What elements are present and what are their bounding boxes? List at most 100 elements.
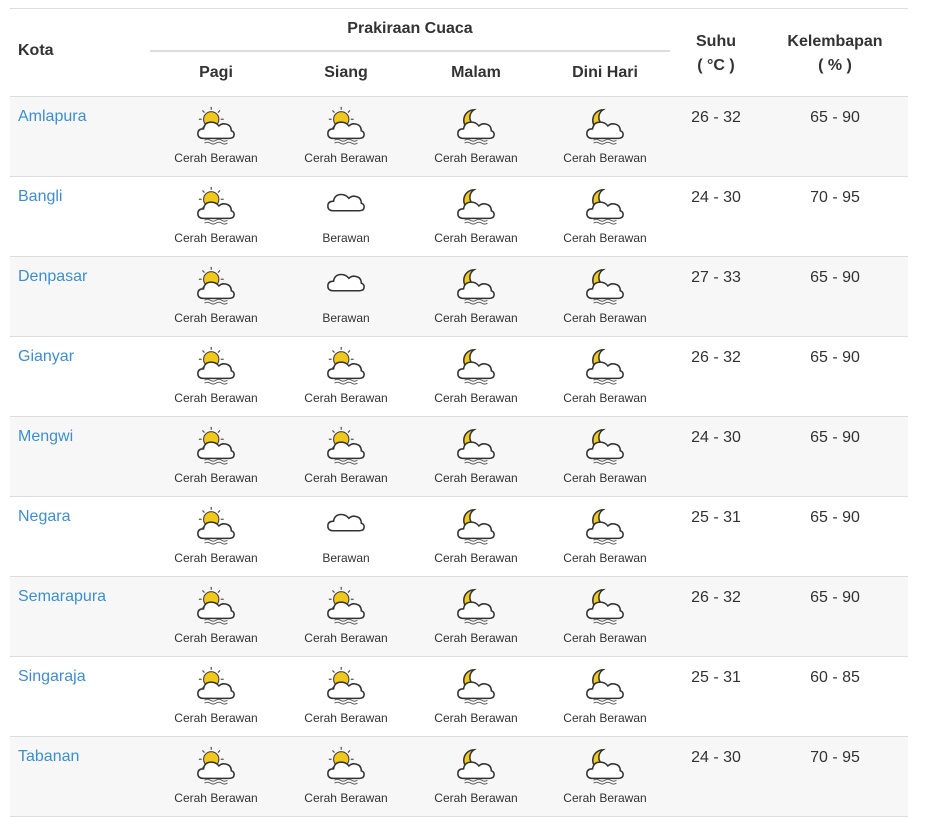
cloud-icon [327,513,365,532]
table-row: Tabanan Cerah Berawan Cerah Berawan Cerah B… [10,737,908,817]
city-link[interactable]: Denpasar [18,268,87,286]
partly-cloudy-day-icon [327,426,365,465]
forecast-label: Cerah Berawan [563,471,647,485]
partly-cloudy-day-icon [327,346,365,385]
header-prakiraan-cuaca: Prakiraan Cuaca [347,20,473,37]
forecast-cell: Cerah Berawan [151,585,281,649]
forecast-label: Berawan [322,311,370,325]
forecast-cell: Cerah Berawan [151,105,281,169]
forecast-cell: Cerah Berawan [411,105,541,169]
temperature-range: 26 - 32 [691,109,741,126]
city-link[interactable]: Singaraja [18,668,86,686]
cloud-icon [327,273,365,292]
forecast-cell: Cerah Berawan [540,505,670,569]
temperature-range: 24 - 30 [691,749,741,766]
header-pagi: Pagi [199,64,233,81]
partly-cloudy-day-icon [327,586,365,625]
forecast-cell: Berawan [281,185,411,249]
forecast-label: Cerah Berawan [563,711,647,725]
forecast-label: Cerah Berawan [434,791,518,805]
partly-cloudy-night-icon [586,508,624,545]
forecast-cell: Cerah Berawan [411,505,541,569]
table-row: Gianyar Cerah Berawan Cerah Berawan Cerah B… [10,337,908,417]
table-row: Bangli Cerah Berawan Berawan Cerah Berawan C… [10,177,908,257]
partly-cloudy-day-icon [197,346,235,385]
forecast-label: Cerah Berawan [304,631,388,645]
forecast-label: Cerah Berawan [563,151,647,165]
forecast-label: Cerah Berawan [174,551,258,565]
partly-cloudy-night-icon [457,188,495,225]
forecast-cell: Cerah Berawan [540,665,670,729]
partly-cloudy-day-icon [197,106,235,145]
forecast-label: Cerah Berawan [434,551,518,565]
forecast-cell: Cerah Berawan [281,585,411,649]
city-link[interactable]: Bangli [18,188,62,206]
partly-cloudy-day-icon [197,186,235,225]
humidity-range: 65 - 90 [810,429,860,446]
partly-cloudy-night-icon [586,588,624,625]
forecast-cell: Cerah Berawan [151,185,281,249]
forecast-label: Berawan [322,231,370,245]
partly-cloudy-night-icon [586,668,624,705]
header-group-divider [150,50,670,52]
forecast-label: Cerah Berawan [434,471,518,485]
header-dini-hari: Dini Hari [572,64,638,81]
forecast-label: Cerah Berawan [434,391,518,405]
forecast-label: Cerah Berawan [174,471,258,485]
header-suhu-unit: ( °C ) [697,57,735,74]
forecast-cell: Cerah Berawan [411,585,541,649]
city-link[interactable]: Amlapura [18,108,86,126]
forecast-cell: Cerah Berawan [411,425,541,489]
table-row: Negara Cerah Berawan Berawan Cerah Berawan C… [10,497,908,577]
forecast-label: Cerah Berawan [174,631,258,645]
city-link[interactable]: Gianyar [18,348,74,366]
forecast-cell: Cerah Berawan [411,745,541,809]
forecast-label: Cerah Berawan [563,631,647,645]
city-link[interactable]: Semarapura [18,588,106,606]
city-link[interactable]: Negara [18,508,70,526]
header-kelembapan-unit: ( % ) [818,57,852,74]
table-row: Denpasar Cerah Berawan Berawan Cerah Berawa… [10,257,908,337]
forecast-cell: Cerah Berawan [281,425,411,489]
partly-cloudy-day-icon [197,266,235,305]
partly-cloudy-night-icon [586,748,624,785]
header-suhu-label: Suhu [696,33,736,50]
forecast-label: Cerah Berawan [563,311,647,325]
city-link[interactable]: Tabanan [18,748,79,766]
forecast-cell: Cerah Berawan [540,185,670,249]
table-body: Amlapura Cerah Berawan Cerah Berawan Cerah … [10,97,908,817]
partly-cloudy-day-icon [197,586,235,625]
forecast-cell: Cerah Berawan [151,665,281,729]
forecast-label: Cerah Berawan [304,151,388,165]
forecast-cell: Cerah Berawan [151,505,281,569]
humidity-range: 65 - 90 [810,589,860,606]
forecast-label: Cerah Berawan [174,231,258,245]
temperature-range: 25 - 31 [691,669,741,686]
humidity-range: 65 - 90 [810,269,860,286]
forecast-label: Cerah Berawan [563,391,647,405]
header-kota: Kota [18,42,54,59]
partly-cloudy-night-icon [586,108,624,145]
forecast-label: Cerah Berawan [434,711,518,725]
temperature-range: 24 - 30 [691,429,741,446]
humidity-range: 70 - 95 [810,749,860,766]
forecast-cell: Cerah Berawan [540,425,670,489]
forecast-label: Cerah Berawan [434,231,518,245]
forecast-label: Cerah Berawan [563,231,647,245]
city-link[interactable]: Mengwi [18,428,73,446]
partly-cloudy-night-icon [586,188,624,225]
forecast-cell: Cerah Berawan [411,665,541,729]
partly-cloudy-night-icon [457,428,495,465]
forecast-cell: Cerah Berawan [411,345,541,409]
partly-cloudy-night-icon [457,668,495,705]
table-row: Mengwi Cerah Berawan Cerah Berawan Cerah Be… [10,417,908,497]
forecast-label: Cerah Berawan [174,791,258,805]
forecast-cell: Cerah Berawan [411,185,541,249]
weather-forecast-table: Kota Prakiraan Cuaca Pagi Siang Malam Di… [0,0,926,817]
forecast-cell: Cerah Berawan [151,345,281,409]
cloud-icon [327,193,365,212]
partly-cloudy-night-icon [586,428,624,465]
table-row: Semarapura Cerah Berawan Cerah Berawan Cera… [10,577,908,657]
humidity-range: 70 - 95 [810,189,860,206]
header-suhu: Suhu ( °C ) [670,30,762,78]
